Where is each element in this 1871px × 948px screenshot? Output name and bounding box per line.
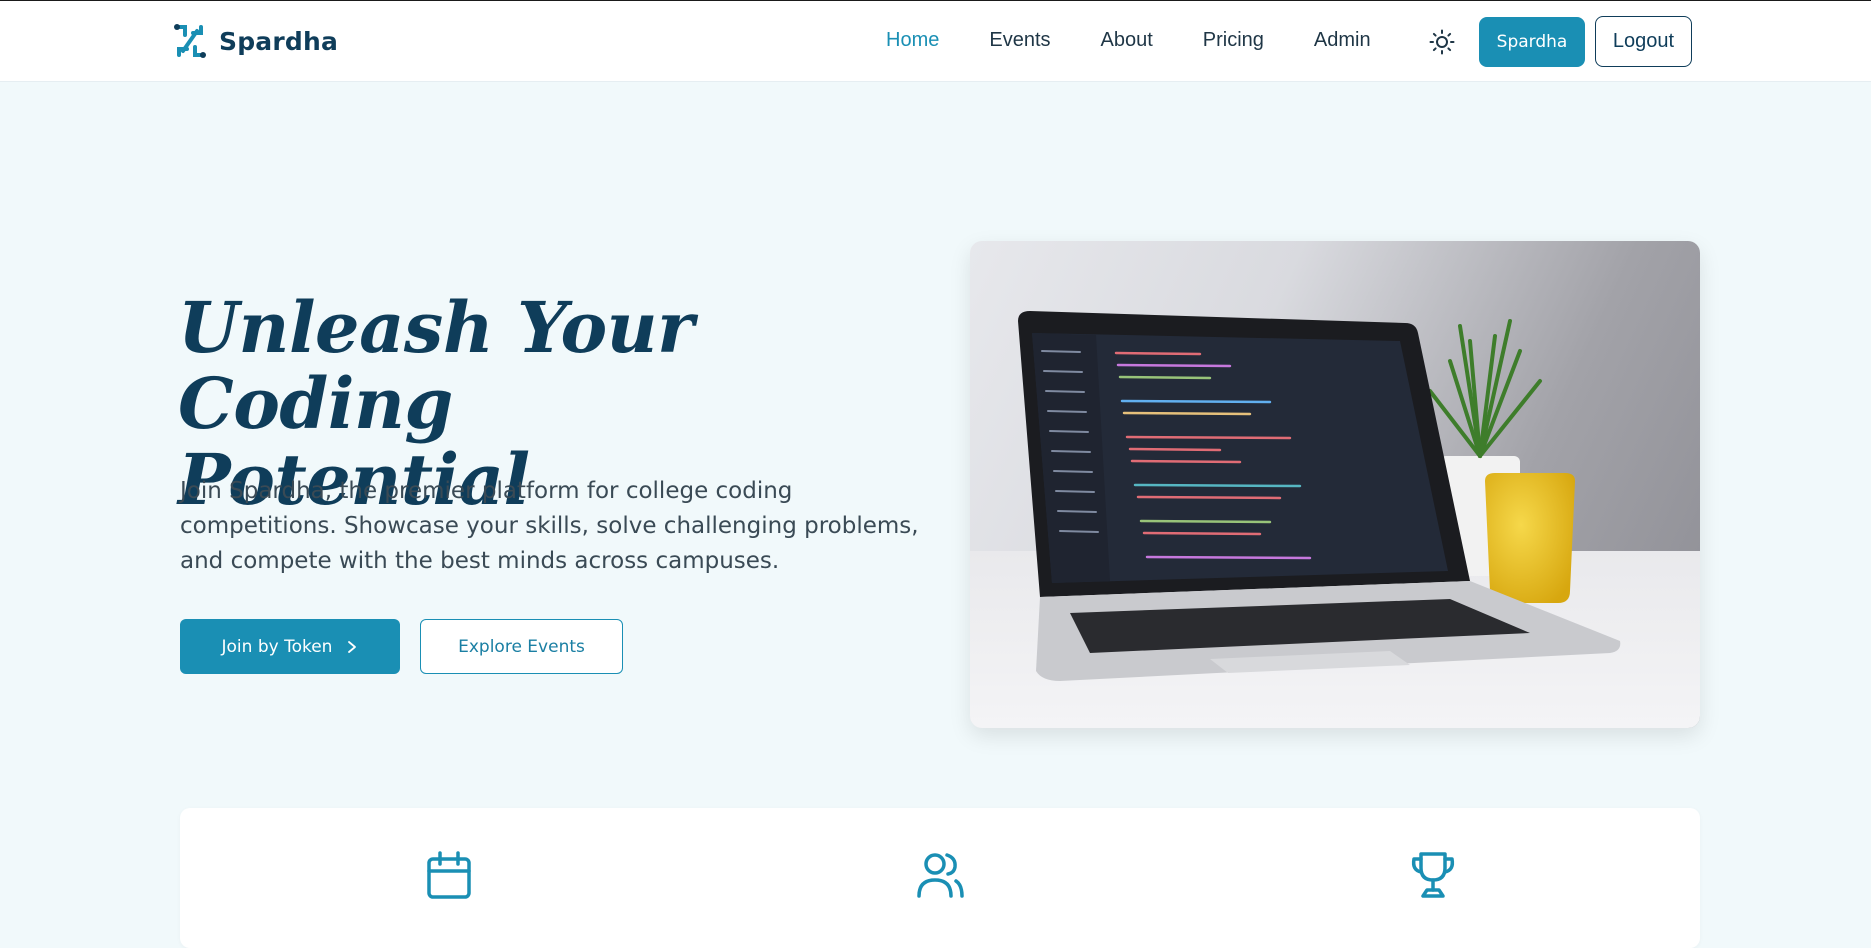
brand-name: Spardha — [219, 26, 339, 56]
calendar-icon — [427, 851, 471, 899]
spardha-logo-icon — [174, 24, 206, 58]
trophy-icon — [1411, 852, 1455, 898]
user-profile-button[interactable]: Spardha — [1479, 17, 1585, 67]
nav-link-admin[interactable]: Admin — [1314, 29, 1371, 52]
sun-icon[interactable] — [1428, 28, 1456, 56]
hero-description: Join Spardha, the premier platform for c… — [180, 478, 919, 574]
join-by-token-button[interactable]: Join by Token — [180, 619, 400, 674]
brand[interactable]: Spardha — [171, 21, 338, 61]
navbar: Spardha Home Events About Pricing Admin … — [0, 1, 1871, 82]
features-card — [180, 808, 1700, 948]
nav-link-events[interactable]: Events — [989, 29, 1050, 52]
join-by-token-label: Join by Token — [221, 636, 333, 657]
laptop-photo-illustration — [970, 311, 1700, 728]
nav-links: Home Events About Pricing Admin — [886, 29, 1421, 52]
hero-laptop-image — [970, 241, 1700, 728]
nav-link-home[interactable]: Home — [886, 29, 939, 52]
logout-button[interactable]: Logout — [1595, 16, 1692, 67]
nav-link-about[interactable]: About — [1101, 29, 1153, 52]
chevron-right-icon — [348, 640, 357, 653]
users-icon — [917, 853, 964, 898]
nav-link-pricing[interactable]: Pricing — [1203, 29, 1264, 52]
hero-title-line1: Unleash Your Coding — [178, 286, 694, 445]
explore-events-button[interactable]: Explore Events — [420, 619, 623, 674]
